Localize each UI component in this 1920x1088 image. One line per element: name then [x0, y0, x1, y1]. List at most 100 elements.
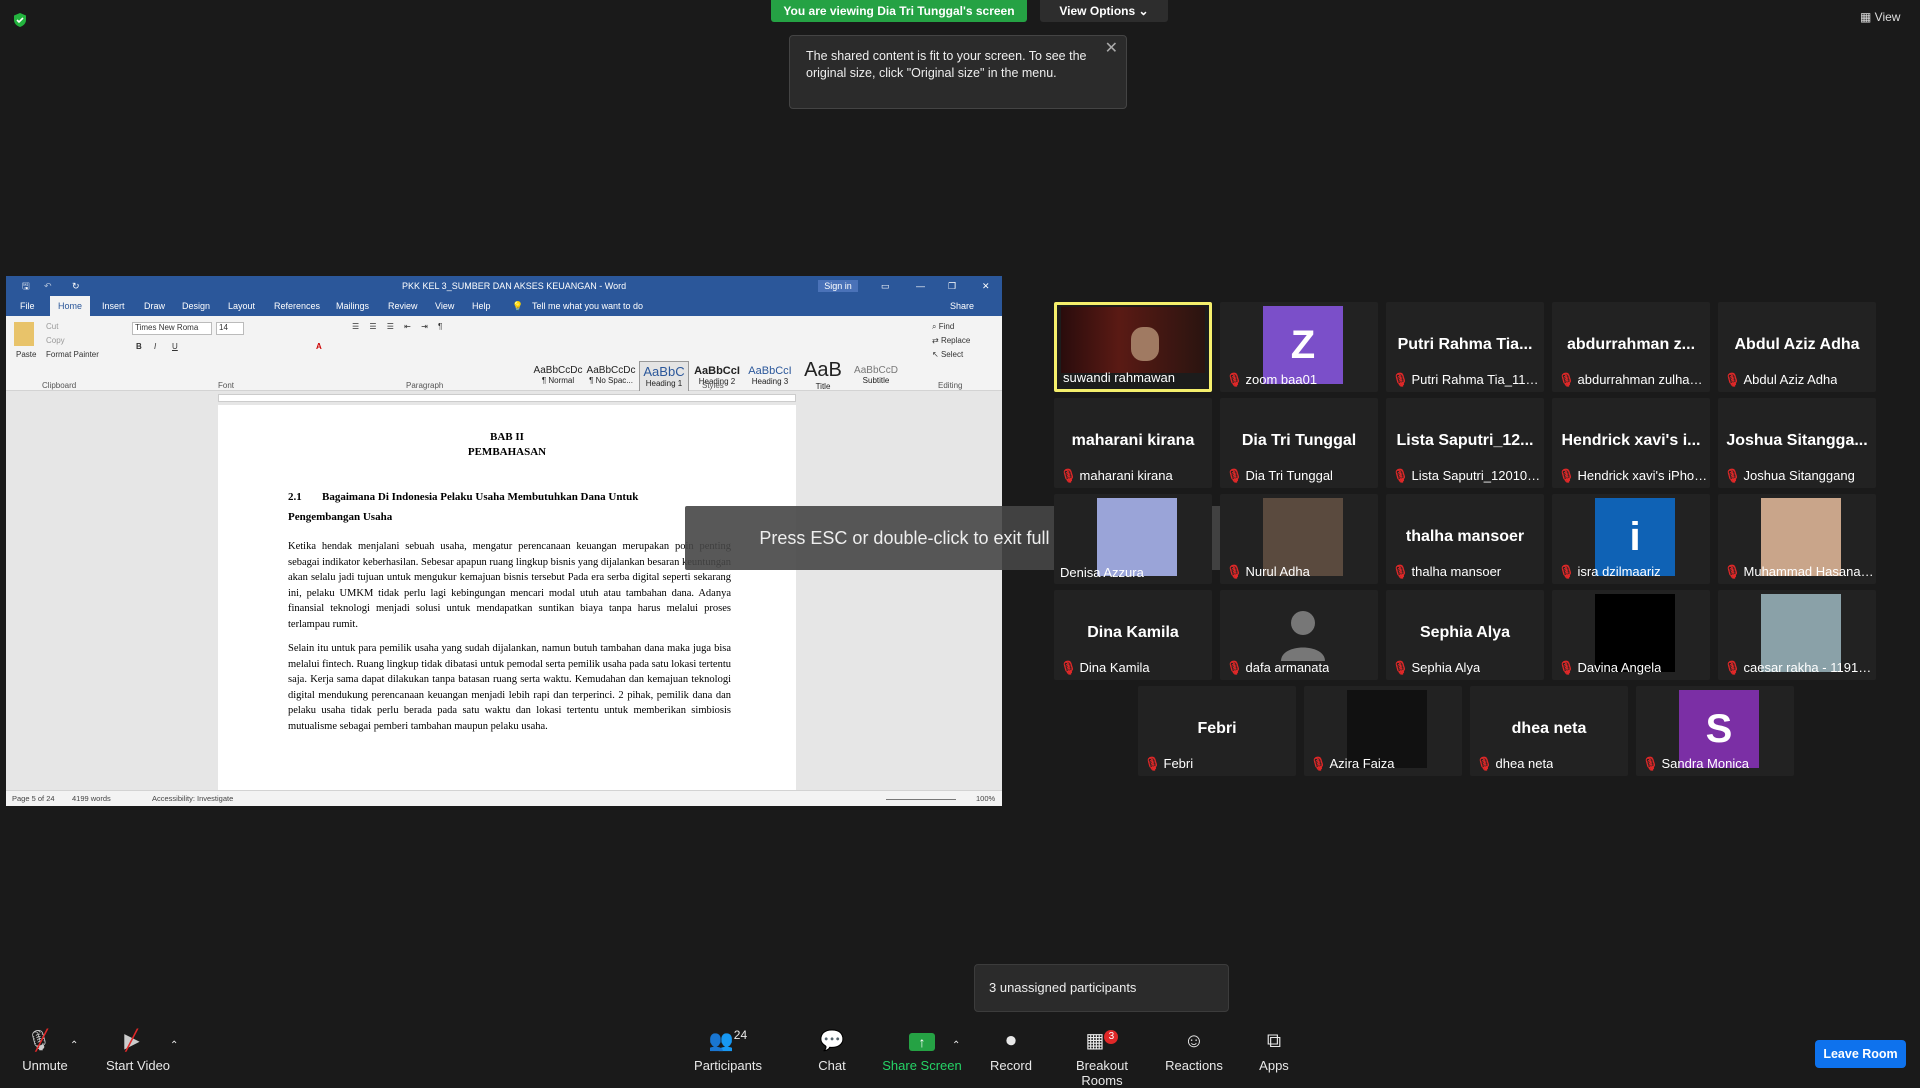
breakout-rooms-button[interactable]: ▦ 3 Breakout Rooms: [1056, 1012, 1148, 1088]
record-button[interactable]: ⏺ Record: [986, 1012, 1036, 1073]
tab-layout[interactable]: Layout: [228, 301, 255, 311]
participant-tile[interactable]: Joshua Sitangga... 🎙︎ Joshua Sitanggang: [1718, 398, 1876, 488]
font-size-select[interactable]: 14: [216, 322, 244, 335]
participant-name-label: 🎙︎ Dia Tri Tunggal: [1226, 468, 1333, 484]
muted-mic-icon: 🎙︎: [1724, 564, 1741, 579]
participant-tile[interactable]: 🎙︎ Davina Angela: [1552, 590, 1710, 680]
participant-tile[interactable]: 🎙︎ Muhammad Hasanal ...: [1718, 494, 1876, 584]
participant-tile[interactable]: suwandi rahmawan: [1054, 302, 1212, 392]
participant-tile[interactable]: Febri 🎙︎ Febri: [1138, 686, 1296, 776]
close-icon[interactable]: ✕: [1105, 40, 1118, 57]
format-painter-button[interactable]: Format Painter: [46, 350, 99, 359]
participant-tile[interactable]: S 🎙︎ Sandra Monica: [1636, 686, 1794, 776]
bold-button[interactable]: B: [136, 342, 142, 351]
participant-tile[interactable]: 🎙︎ Azira Faiza: [1304, 686, 1462, 776]
copy-button[interactable]: Copy: [46, 336, 65, 345]
muted-mic-icon: 🎙︎: [1476, 756, 1493, 771]
tab-design[interactable]: Design: [182, 301, 210, 311]
reactions-button[interactable]: ☺ Reactions: [1164, 1012, 1224, 1073]
participant-display-name: abdurrahman z...: [1566, 336, 1696, 353]
participant-name-label: suwandi rahmawan: [1063, 370, 1175, 385]
undo-icon[interactable]: ↶: [44, 276, 52, 296]
zoom-level[interactable]: 100%: [976, 794, 995, 803]
chat-button[interactable]: 💬 Chat: [812, 1012, 852, 1073]
participants-button[interactable]: 👥24 Participants: [690, 1012, 766, 1073]
apps-button[interactable]: ⧉ Apps: [1256, 1012, 1292, 1073]
tab-mailings[interactable]: Mailings: [336, 301, 369, 311]
participant-tile[interactable]: Hendrick xavi's i... 🎙︎ Hendrick xavi's iP…: [1552, 398, 1710, 488]
participant-name-label: 🎙︎ Joshua Sitanggang: [1724, 468, 1855, 484]
minimize-icon[interactable]: —: [916, 276, 925, 296]
select-button[interactable]: ↖ Select: [932, 350, 963, 359]
tab-home[interactable]: Home: [50, 296, 91, 316]
participant-label-text: Lista Saputri_1201001...: [1411, 468, 1542, 483]
participant-tile[interactable]: 🎙︎ caesar rakha - 11910...: [1718, 590, 1876, 680]
font-color-icon[interactable]: A: [316, 342, 322, 351]
audio-options-caret[interactable]: ⌃: [70, 1040, 78, 1051]
word-count[interactable]: 4199 words: [72, 794, 111, 803]
participant-tile[interactable]: dhea neta 🎙︎ dhea neta: [1470, 686, 1628, 776]
participant-tile[interactable]: 🎙︎ dafa armanata: [1220, 590, 1378, 680]
share-button[interactable]: Share: [950, 301, 974, 311]
muted-mic-icon: 🎙︎: [1060, 660, 1077, 675]
save-icon[interactable]: 🖫: [22, 276, 30, 296]
document-page[interactable]: BAB II PEMBAHASAN 2.1 Bagaimana Di Indon…: [218, 405, 796, 790]
participant-tile[interactable]: i 🎙︎ isra dzilmaariz: [1552, 494, 1710, 584]
tab-insert[interactable]: Insert: [102, 301, 125, 311]
italic-button[interactable]: I: [154, 342, 156, 351]
leave-room-button[interactable]: Leave Room: [1815, 1040, 1906, 1068]
tab-view[interactable]: View: [435, 301, 454, 311]
tab-file[interactable]: File: [20, 301, 35, 311]
redo-icon[interactable]: ↻: [72, 276, 80, 296]
unmute-button[interactable]: 🎙︎╱ Unmute: [12, 1012, 78, 1073]
participant-name-label: 🎙︎ dhea neta: [1476, 756, 1553, 772]
close-window-icon[interactable]: ✕: [982, 276, 990, 296]
zoom-slider[interactable]: [886, 799, 956, 800]
view-button[interactable]: ▦ View: [1860, 10, 1900, 24]
participant-tile[interactable]: Dina Kamila 🎙︎ Dina Kamila: [1054, 590, 1212, 680]
paste-icon[interactable]: [14, 322, 34, 346]
find-button[interactable]: ⌕ Find: [932, 322, 954, 332]
page-count[interactable]: Page 5 of 24: [12, 794, 55, 803]
participant-tile[interactable]: Putri Rahma Tia... 🎙︎ Putri Rahma Tia_1191…: [1386, 302, 1544, 392]
cut-button[interactable]: Cut: [46, 322, 58, 331]
participant-tile[interactable]: Dia Tri Tunggal 🎙︎ Dia Tri Tunggal: [1220, 398, 1378, 488]
participant-tile[interactable]: Z 🎙︎ zoom baa01: [1220, 302, 1378, 392]
muted-mic-icon: 🎙︎: [1558, 468, 1575, 483]
participant-tile[interactable]: Abdul Aziz Adha 🎙︎ Abdul Aziz Adha: [1718, 302, 1876, 392]
accessibility-status[interactable]: Accessibility: Investigate: [152, 794, 233, 803]
sign-in-button[interactable]: Sign in: [818, 280, 858, 292]
video-options-caret[interactable]: ⌃: [170, 1040, 178, 1051]
participant-tile[interactable]: thalha mansoer 🎙︎ thalha mansoer: [1386, 494, 1544, 584]
word-ribbon-tabs: File Home Insert Draw Design Layout Refe…: [6, 296, 1002, 316]
font-name-select[interactable]: Times New Roma: [132, 322, 212, 335]
security-shield-icon[interactable]: [12, 12, 28, 28]
replace-button[interactable]: ⇄ Replace: [932, 336, 970, 345]
unassigned-participants-popup[interactable]: 3 unassigned participants: [974, 964, 1229, 1012]
ribbon-display-icon[interactable]: ▭: [881, 276, 890, 296]
participant-name-label: 🎙︎ Putri Rahma Tia_1191...: [1392, 372, 1542, 388]
muted-mic-icon: 🎙︎: [1392, 660, 1409, 675]
tell-me-search[interactable]: Tell me what you want to do: [532, 301, 643, 311]
participant-label-text: Denisa Azzura: [1060, 565, 1144, 580]
participant-tile[interactable]: Sephia Alya 🎙︎ Sephia Alya: [1386, 590, 1544, 680]
tab-review[interactable]: Review: [388, 301, 418, 311]
paste-label[interactable]: Paste: [16, 350, 36, 359]
participant-display-name: Dina Kamila: [1087, 624, 1179, 641]
start-video-button[interactable]: ▶︎╱ Start Video: [100, 1012, 176, 1073]
participant-tile[interactable]: maharani kirana 🎙︎ maharani kirana: [1054, 398, 1212, 488]
participant-label-text: thalha mansoer: [1411, 564, 1502, 579]
participant-label-text: dafa armanata: [1245, 660, 1330, 675]
participant-tile[interactable]: 🎙︎ Nurul Adha: [1220, 494, 1378, 584]
underline-button[interactable]: U: [172, 342, 178, 351]
view-options-button[interactable]: View Options ⌄: [1040, 0, 1168, 22]
participant-tile[interactable]: abdurrahman z... 🎙︎ abdurrahman zulhazmi: [1552, 302, 1710, 392]
tab-draw[interactable]: Draw: [144, 301, 165, 311]
paragraph-tools[interactable]: ☰ ☰ ☰ ⇤ ⇥ ¶: [352, 322, 446, 331]
participant-tile[interactable]: Denisa Azzura: [1054, 494, 1212, 584]
maximize-icon[interactable]: ❐: [948, 276, 956, 296]
share-options-caret[interactable]: ⌃: [952, 1040, 960, 1051]
participant-tile[interactable]: Lista Saputri_12... 🎙︎ Lista Saputri_12010…: [1386, 398, 1544, 488]
tab-references[interactable]: References: [274, 301, 320, 311]
tab-help[interactable]: Help: [472, 301, 491, 311]
